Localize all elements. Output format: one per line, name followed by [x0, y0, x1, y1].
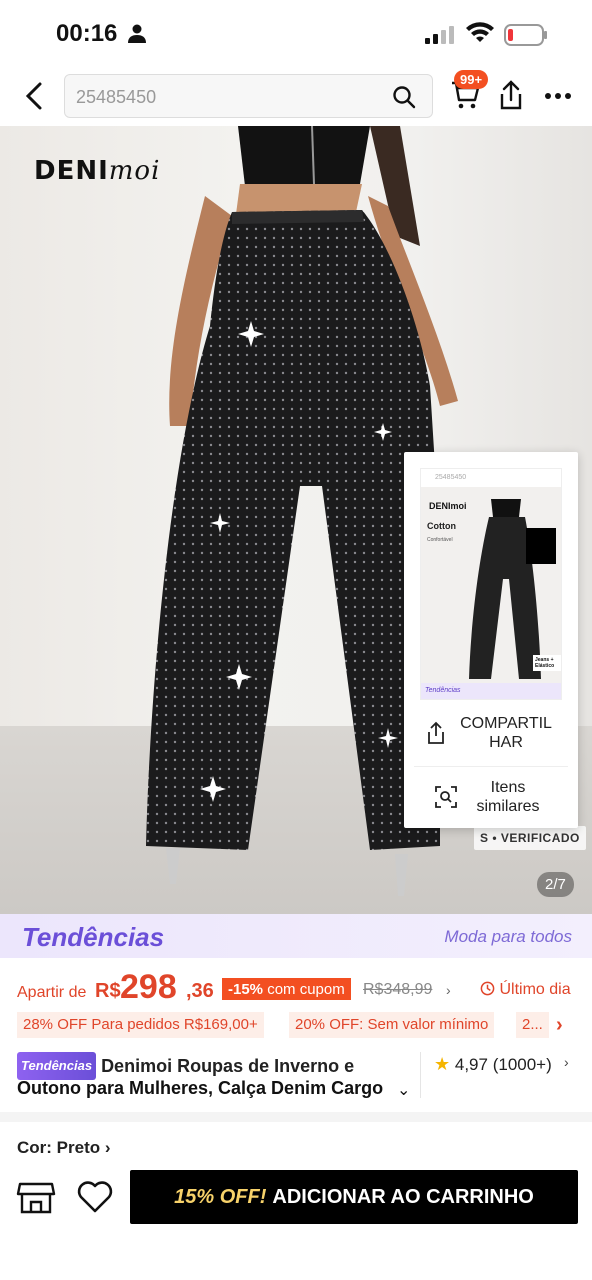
battery-icon [504, 24, 547, 46]
popup-divider [414, 766, 568, 767]
person-icon [128, 24, 146, 43]
brand-logo-bold: DENI [34, 156, 109, 186]
discount-text: com cupom [267, 981, 345, 998]
cart-badge: 99+ [454, 70, 489, 89]
similar-items-option[interactable]: Itens similares [404, 778, 578, 816]
store-icon[interactable] [16, 1178, 56, 1218]
wifi-icon [466, 22, 494, 42]
clock-icon [480, 981, 495, 996]
section-gap [0, 1112, 592, 1122]
more-icon[interactable] [544, 92, 572, 100]
discount-badge: -15% com cupom [222, 978, 351, 1000]
heart-icon[interactable] [76, 1178, 114, 1216]
trend-tag: Tendências [17, 1052, 97, 1080]
verified-badge: S • VERIFICADO [474, 826, 586, 850]
scan-search-icon [435, 786, 457, 808]
similar-items-label: Itens similares [476, 779, 540, 815]
star-icon: ★ [434, 1054, 451, 1074]
share-option[interactable]: COMPARTILHAR [404, 714, 578, 752]
add-discount: 15% OFF! [174, 1185, 267, 1208]
chevron-down-icon[interactable]: ⌄ [397, 1080, 410, 1100]
signal-icon [425, 26, 454, 44]
search-icon[interactable] [392, 85, 416, 109]
divider [420, 1052, 421, 1098]
thumb-jeans: Jeans + Elástico [533, 655, 561, 671]
price-currency: R$ [95, 980, 121, 1002]
product-title[interactable]: Tendências Denimoi Roupas de Inverno e O… [17, 1052, 417, 1102]
share-icon[interactable] [498, 80, 524, 110]
trend-banner[interactable]: Tendências Moda para todos [0, 914, 592, 958]
status-bar: 00:16 [0, 0, 592, 68]
color-label: Cor: Preto [17, 1138, 101, 1157]
image-counter: 2/7 [537, 872, 574, 897]
bottom-action-bar: 15% OFF! ADICIONAR AO CARRINHO [0, 1162, 592, 1280]
last-day: Último dia [480, 981, 571, 999]
color-selector[interactable]: Cor: Preto › [17, 1138, 111, 1158]
old-price[interactable]: R$348,99 [363, 981, 432, 999]
title-line2: Outono para Mulheres, Calça Denim Cargo [17, 1078, 384, 1098]
search-query: 25485450 [76, 87, 157, 107]
review-count: (1000+) [492, 1055, 552, 1074]
thumb-footer: Tendências [421, 683, 561, 699]
back-arrow-icon[interactable] [20, 80, 48, 112]
add-to-cart-button[interactable]: 15% OFF! ADICIONAR AO CARRINHO [130, 1170, 578, 1224]
share-popup: 25485450 DENImoi Cotton Confortável Jean… [404, 452, 578, 828]
rating[interactable]: ★ 4,97 (1000+) › [434, 1054, 569, 1075]
coupon-chip[interactable]: 2... [516, 1012, 549, 1038]
brand-logo: DENImoi [34, 156, 160, 186]
chevron-right-icon[interactable]: › [446, 982, 451, 998]
add-label: ADICIONAR AO CARRINHO [272, 1185, 534, 1208]
top-bar: 25485450 99+ [0, 68, 592, 126]
chevron-right-icon[interactable]: › [556, 1014, 563, 1037]
last-day-label: Último dia [499, 981, 571, 998]
coupon-chip[interactable]: 28% OFF Para pedidos R$169,00+ [17, 1012, 264, 1038]
chevron-right-icon: › [564, 1054, 569, 1070]
status-time: 00:16 [56, 20, 118, 47]
screenshot-thumbnail[interactable]: 25485450 DENImoi Cotton Confortável Jean… [420, 468, 562, 700]
share-label: COMPARTILHAR [460, 715, 552, 751]
price-from: Apartir de [17, 984, 87, 1001]
trend-slogan: Moda para todos [444, 927, 572, 946]
discount-value: -15% [228, 981, 264, 998]
trend-logo: Tendências [22, 922, 165, 952]
price-integer: 298 [120, 968, 177, 1006]
price-row: Apartir de R$ 298 ,36 -15% com cupom R$3… [0, 966, 592, 1012]
price-cents: ,36 [186, 980, 214, 1002]
share-icon [428, 721, 444, 744]
search-input[interactable]: 25485450 [64, 74, 433, 118]
title-line1: Denimoi Roupas de Inverno e [101, 1056, 355, 1076]
coupon-chip[interactable]: 20% OFF: Sem valor mínimo [289, 1012, 495, 1038]
redacted-block [526, 528, 556, 564]
rating-value: 4,97 [454, 1055, 488, 1074]
coupon-row[interactable]: 28% OFF Para pedidos R$169,00+ 20% OFF: … [0, 1012, 592, 1038]
brand-logo-script: moi [108, 156, 161, 186]
